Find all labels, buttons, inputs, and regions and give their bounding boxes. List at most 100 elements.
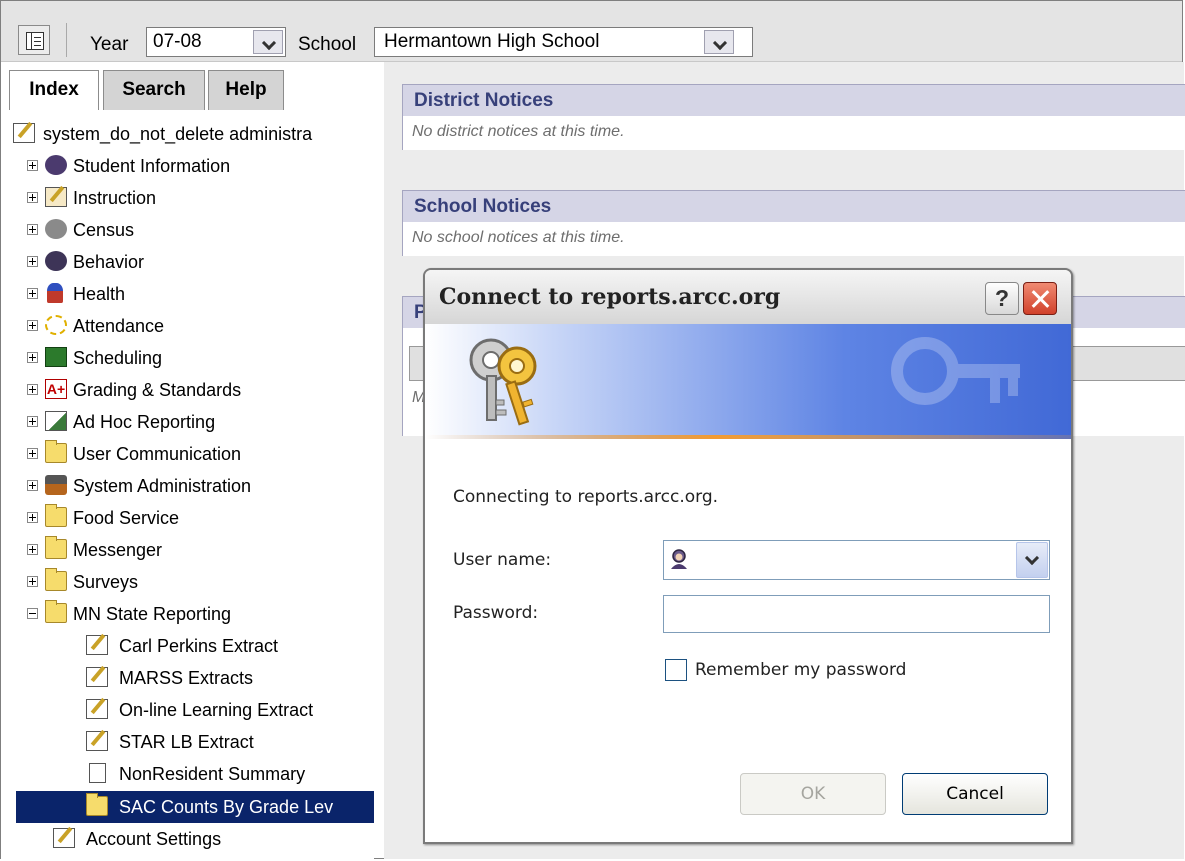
keys-folder-icon xyxy=(86,793,108,816)
remember-password-checkbox[interactable] xyxy=(665,659,687,681)
folder-icon xyxy=(45,568,67,591)
chevron-down-icon[interactable] xyxy=(704,30,734,54)
tree-item-label: Grading & Standards xyxy=(73,380,242,400)
dialog-titlebar[interactable]: Connect to reports.arcc.org ? xyxy=(425,270,1071,324)
school-label: School xyxy=(298,34,357,55)
tree-item-label: Account Settings xyxy=(86,829,222,849)
username-label: User name: xyxy=(453,550,552,570)
sun-icon xyxy=(45,315,67,335)
census-icon xyxy=(45,219,67,239)
expand-icon[interactable] xyxy=(27,384,38,395)
panel-toggle-icon xyxy=(26,32,44,50)
user-icon xyxy=(671,549,687,569)
report-edit-icon xyxy=(86,635,108,655)
tree-item-label: Messenger xyxy=(73,540,163,560)
tab-help[interactable]: Help xyxy=(208,70,284,110)
help-button[interactable]: ? xyxy=(985,282,1019,315)
connecting-message: Connecting to reports.arcc.org. xyxy=(453,487,719,507)
settings-edit-icon xyxy=(53,828,75,848)
school-select[interactable]: Hermantown High School xyxy=(374,27,753,57)
tree-item-label: MN State Reporting xyxy=(73,604,232,624)
user-edit-icon xyxy=(13,123,35,143)
tree-child-label: SAC Counts By Grade Lev xyxy=(119,797,334,817)
tree-item-label: User Communication xyxy=(73,444,242,464)
cancel-button[interactable]: Cancel xyxy=(902,773,1048,815)
close-button[interactable] xyxy=(1023,282,1057,315)
chevron-down-icon[interactable] xyxy=(253,30,283,54)
year-select-value: 07-08 xyxy=(153,31,202,52)
expand-icon[interactable] xyxy=(27,448,38,459)
student-icon xyxy=(45,155,67,175)
tree-item-label: Scheduling xyxy=(73,348,163,368)
instruction-icon xyxy=(45,187,67,207)
keys-icon xyxy=(469,338,537,426)
tree-child-label: NonResident Summary xyxy=(119,764,306,784)
dialog-title: Connect to reports.arcc.org xyxy=(439,284,781,310)
expand-icon[interactable] xyxy=(27,160,38,171)
password-field[interactable] xyxy=(663,595,1050,633)
year-select[interactable]: 07-08 xyxy=(146,27,286,57)
expand-icon[interactable] xyxy=(27,224,38,235)
remember-password-label[interactable]: Remember my password xyxy=(695,660,906,680)
report-chart-icon xyxy=(45,411,67,431)
tree-item-label: Health xyxy=(73,284,126,304)
folder-open-icon xyxy=(45,600,67,623)
expand-icon[interactable] xyxy=(27,256,38,267)
expand-icon[interactable] xyxy=(27,416,38,427)
expand-icon[interactable] xyxy=(27,352,38,363)
folder-icon xyxy=(45,504,67,527)
tree-child-label: MARSS Extracts xyxy=(119,668,254,688)
collapse-icon[interactable] xyxy=(27,608,38,619)
building-icon xyxy=(45,347,67,367)
tools-icon xyxy=(45,475,67,495)
tree-item-label: Food Service xyxy=(73,508,180,528)
dialog-body: Connecting to reports.arcc.org. User nam… xyxy=(425,439,1071,842)
tree-item-label: Surveys xyxy=(73,572,139,592)
folder-icon xyxy=(45,536,67,559)
tree-item-label: Census xyxy=(73,220,135,240)
report-edit-icon xyxy=(86,667,108,687)
tab-search[interactable]: Search xyxy=(103,70,205,110)
ok-button[interactable]: OK xyxy=(740,773,886,815)
tree-item-label: Instruction xyxy=(73,188,157,208)
tree-item-label: Student Information xyxy=(73,156,231,176)
document-icon xyxy=(89,763,106,783)
toolbar-divider xyxy=(66,23,67,57)
expand-icon[interactable] xyxy=(27,320,38,331)
behavior-icon xyxy=(45,251,67,271)
school-notices-panel: School Notices No school notices at this… xyxy=(402,190,1185,256)
tree-item-label: System Administration xyxy=(73,476,252,496)
school-select-value: Hermantown High School xyxy=(384,31,600,52)
expand-icon[interactable] xyxy=(27,512,38,523)
tree-child-label: Carl Perkins Extract xyxy=(119,636,279,656)
district-notices-body: No district notices at this time. xyxy=(412,123,625,140)
report-edit-icon xyxy=(86,731,108,751)
tree-item-label: Attendance xyxy=(73,316,165,336)
login-dialog: Connect to reports.arcc.org ? Connecting… xyxy=(423,268,1073,844)
toggle-navigation-button[interactable] xyxy=(18,25,50,55)
year-label: Year xyxy=(90,34,129,55)
table-body-row: M xyxy=(412,389,426,406)
tree-item-label: Behavior xyxy=(73,252,145,272)
tree-child-label: STAR LB Extract xyxy=(119,732,254,752)
expand-icon[interactable] xyxy=(27,576,38,587)
expand-icon[interactable] xyxy=(27,288,38,299)
keys-watermark-icon xyxy=(891,337,1020,405)
tree-child-label: On-line Learning Extract xyxy=(119,700,314,720)
health-icon xyxy=(47,283,63,303)
tree-item-label: Ad Hoc Reporting xyxy=(73,412,216,432)
district-notices-panel: District Notices No district notices at … xyxy=(402,84,1185,150)
username-combobox[interactable] xyxy=(663,540,1050,580)
expand-icon[interactable] xyxy=(27,544,38,555)
tree-root-label: system_do_not_delete administra xyxy=(43,124,313,144)
expand-icon[interactable] xyxy=(27,192,38,203)
folder-icon xyxy=(45,440,67,463)
password-label: Password: xyxy=(453,603,539,623)
navigation-panel: Index Search Help system_do_not_delete a… xyxy=(1,62,374,859)
expand-icon[interactable] xyxy=(27,480,38,491)
tab-index[interactable]: Index xyxy=(9,70,99,110)
chevron-down-icon[interactable] xyxy=(1016,542,1048,578)
school-notices-body: No school notices at this time. xyxy=(412,229,625,246)
dialog-banner xyxy=(425,324,1071,439)
grade-a-plus-icon: A+ xyxy=(45,379,67,399)
